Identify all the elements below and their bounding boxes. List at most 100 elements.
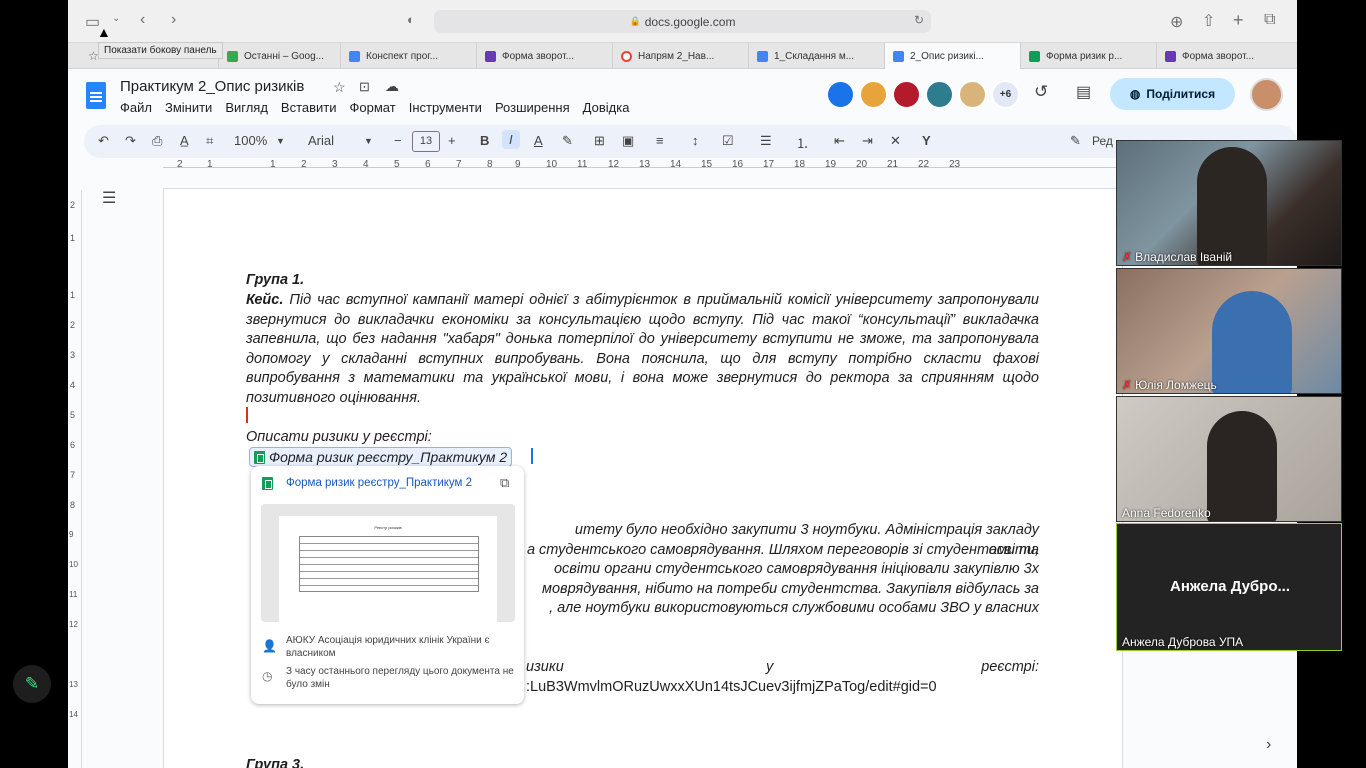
cursor-marker [246,407,248,423]
card-title-link[interactable]: Форма ризик реєстру_Практикум 2 [286,477,472,489]
vertical-ruler[interactable]: 2 1 1 2 3 4 5 6 7 8 9 10 11 12 13 14 [68,190,82,768]
video-tile[interactable]: ✗ Владислав Іваній [1116,140,1342,266]
video-tile[interactable]: Anna Fedorenko [1116,396,1342,522]
ruler-label: 3 [332,159,338,170]
ruler-label: 10 [69,560,78,569]
menu-extensions[interactable]: Розширення [495,100,570,115]
star-icon[interactable]: ☆ [333,79,346,96]
share-button[interactable]: ◍ Поділитися [1110,78,1235,110]
browser-window: ▭ ⌄ ‹ › ◐ 🔒 docs.google.com ↻ ⊕ ⇧ + ⧉ ☆ … [68,0,1297,768]
increase-size-icon[interactable]: + [448,133,456,148]
download-icon[interactable]: ⊕ [1170,12,1183,32]
insert-image-icon[interactable]: ▣ [622,133,634,149]
bullet-list-icon[interactable]: ☰ [760,133,772,149]
text-color-icon[interactable]: A [534,133,543,148]
font-chevron-icon[interactable]: ▼ [364,136,373,146]
clear-format-icon[interactable]: ✕ [890,133,901,149]
tab-overview-icon[interactable]: ⧉ [1264,11,1275,29]
privacy-shield-icon[interactable]: ◐ [407,12,415,27]
decrease-size-icon[interactable]: − [394,133,402,148]
move-folder-icon[interactable]: ⊡ [359,79,370,95]
menu-view[interactable]: Вигляд [225,100,268,115]
account-avatar[interactable] [1250,78,1283,111]
address-bar[interactable]: 🔒 docs.google.com [434,10,931,33]
zoom-select[interactable]: 100% [234,133,267,148]
editing-pencil-icon[interactable]: ✎ [1070,133,1081,149]
tab-konspekt[interactable]: Конспект прог... [340,43,476,69]
copy-link-icon[interactable]: ⧉ [500,475,509,491]
video-tile[interactable]: ✗ Юлія Ломжець [1116,268,1342,394]
zoom-chevron-icon[interactable]: ▼ [276,136,285,146]
menu-format[interactable]: Формат [350,100,396,115]
collaborator-avatar[interactable] [826,80,855,109]
line-spacing-icon[interactable]: ↕ [692,133,699,148]
decrease-indent-icon[interactable]: ⇤ [834,133,845,149]
ruler-label: 12 [69,620,78,629]
paint-format-icon[interactable]: ⌗ [206,133,213,149]
ruler-label: 1 [70,233,76,243]
mic-off-icon: ✗ [1122,250,1133,264]
tab-opys-ryzykiv[interactable]: 2_Опис ризикі... [884,43,1020,69]
annotate-pen-icon[interactable]: ✎ [13,665,51,703]
forward-icon[interactable]: › [171,11,176,29]
align-icon[interactable]: ≡ [656,133,664,148]
insert-link-icon[interactable]: ⊞ [594,133,605,149]
spellcheck-icon[interactable]: A̲ [180,133,189,148]
sheet-smart-chip[interactable]: Форма ризик реєстру_Практикум 2 [249,447,513,467]
menu-help[interactable]: Довідка [583,100,630,115]
input-tools-icon[interactable]: Y [922,133,931,148]
highlight-icon[interactable]: ✎ [562,133,573,149]
editing-mode-label[interactable]: Ред [1092,134,1113,148]
collaborator-avatar[interactable] [925,80,954,109]
video-tile-active[interactable]: Анжела Дубро... Анжела Дуброва УПА [1116,523,1342,651]
reload-icon[interactable]: ↻ [914,13,924,27]
scroll-right-chevron-icon[interactable]: › [1266,736,1271,754]
risks-u: у [766,659,774,675]
tab-recent-google[interactable]: Останні – Goog... [218,43,340,69]
menu-tools[interactable]: Інструменти [409,100,482,115]
case-label: Кейс. [246,292,284,308]
back-icon[interactable]: ‹ [140,11,145,29]
cloud-status-icon[interactable]: ☁ [385,78,399,95]
comments-icon[interactable]: ▤ [1076,82,1091,102]
document-outline-icon[interactable]: ☰ [102,188,116,208]
ruler-label: 9 [69,530,74,539]
collaborator-avatar[interactable] [958,80,987,109]
tab-skladannia[interactable]: 1_Складання м... [748,43,884,69]
tab-napriam[interactable]: Напрям 2_Нав... [612,43,748,69]
menu-edit[interactable]: Змінити [165,100,212,115]
tab-forma-ryzyk[interactable]: Форма ризик р... [1020,43,1156,69]
increase-indent-icon[interactable]: ⇥ [862,133,873,149]
undo-icon[interactable]: ↶ [98,133,109,149]
italic-icon[interactable]: I [502,130,520,149]
collaborator-avatar[interactable] [892,80,921,109]
participant-name: Анжела Дуброва УПА [1122,635,1243,649]
more-collaborators[interactable]: +6 [991,80,1020,109]
tab-forma-zvorot-2[interactable]: Форма зворот... [1156,43,1297,69]
chevron-down-icon[interactable]: ⌄ [112,13,120,24]
registry-link-tail[interactable]: :LuB3WmvlmORuzUwxxXUn14tsJCuev3ijfmjZPaT… [526,678,1039,698]
bold-icon[interactable]: B [480,133,489,148]
sheet-thumbnail[interactable]: Реєстр ризиків [261,504,515,622]
version-history-icon[interactable]: ↺ [1034,82,1048,102]
font-size-input[interactable]: 13 [412,131,440,152]
font-select[interactable]: Arial [308,133,334,148]
google-docs-logo-icon[interactable] [86,82,106,109]
share-sheet-icon[interactable]: ⇧ [1202,11,1215,31]
risks-registry: реєстрі: [981,659,1039,675]
checklist-icon[interactable]: ☑ [722,133,734,149]
collaborator-avatar[interactable] [859,80,888,109]
numbered-list-icon[interactable]: ⒈ [796,133,809,152]
thumbnail-title: Реєстр ризиків [374,525,402,530]
tab-forma-zvorot-1[interactable]: Форма зворот... [476,43,612,69]
redo-icon[interactable]: ↷ [125,133,136,149]
ruler-label: 6 [70,440,76,450]
ruler-label: 18 [794,159,806,170]
document-title[interactable]: Практикум 2_Опис ризиків [120,78,304,95]
ruler-label: 1 [70,290,76,300]
case1-text: Під час вступної кампанії матері однієї … [246,292,1039,406]
new-tab-icon[interactable]: + [1233,10,1244,31]
menu-file[interactable]: Файл [120,100,152,115]
menu-insert[interactable]: Вставити [281,100,337,115]
print-icon[interactable]: ⎙ [152,133,162,149]
